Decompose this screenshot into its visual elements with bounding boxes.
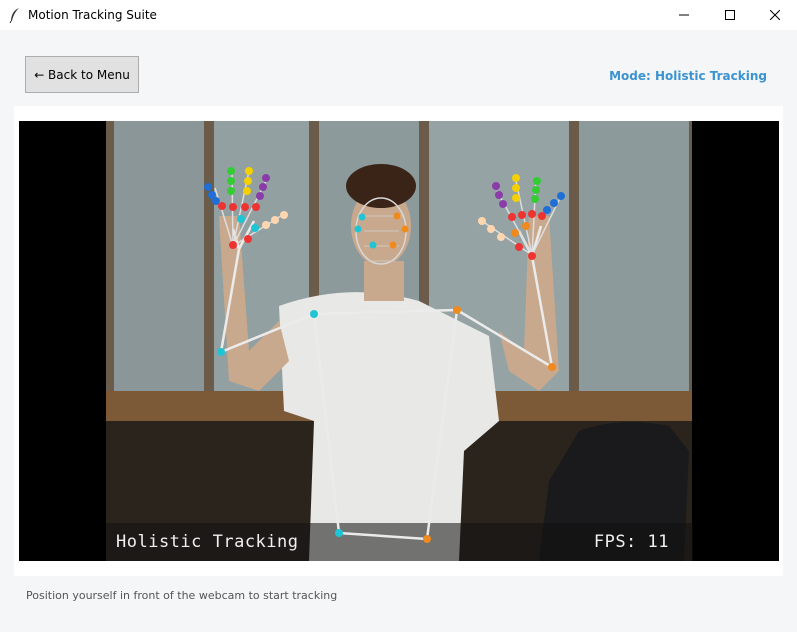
maximize-icon [725,10,735,20]
maximize-button[interactable] [707,0,753,30]
fps-counter: FPS: 11 [593,532,669,552]
close-button[interactable] [752,0,797,30]
title-bar: Motion Tracking Suite [0,0,797,30]
webcam-image [19,121,779,561]
status-message: Position yourself in front of the webcam… [26,589,338,602]
minimize-button[interactable] [661,0,707,30]
feather-icon [9,8,19,23]
minimize-icon [679,14,689,16]
back-to-menu-button[interactable]: ← Back to Menu [25,56,139,93]
overlay-mode-text: Holistic Tracking [116,532,299,552]
mode-label: Mode: Holistic Tracking [609,69,767,83]
webcam-feed: Holistic Tracking FPS: 11 [19,121,779,561]
close-icon [770,10,780,20]
window-title: Motion Tracking Suite [28,8,157,22]
